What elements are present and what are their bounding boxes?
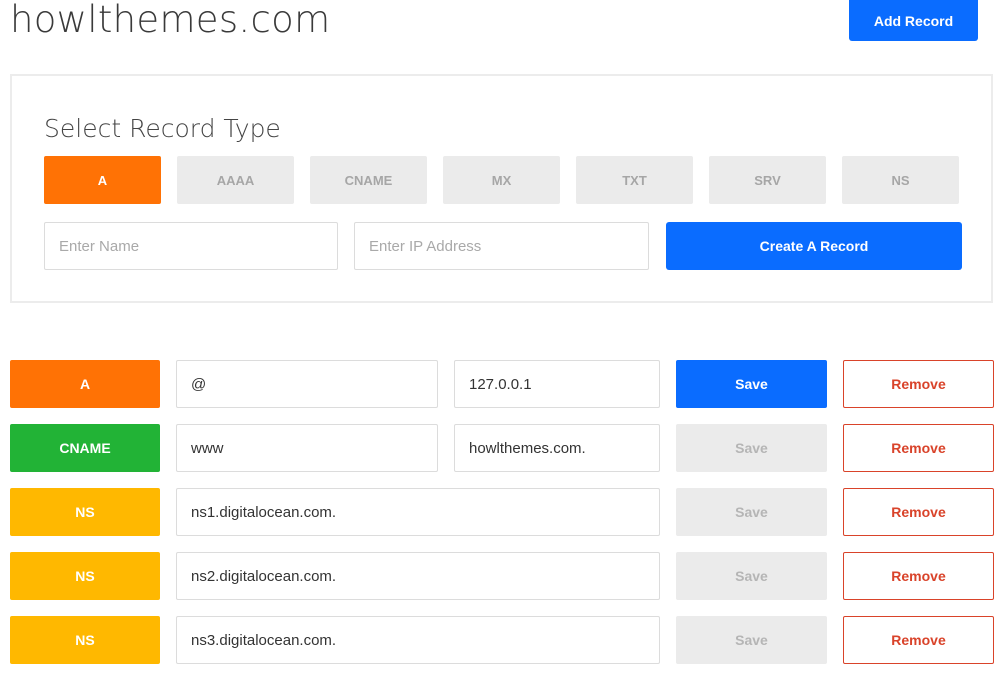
type-button-txt[interactable]: TXT (576, 156, 693, 204)
type-button-cname[interactable]: CNAME (310, 156, 427, 204)
record-type-badge: CNAME (10, 424, 160, 472)
remove-button[interactable]: Remove (843, 552, 994, 600)
record-row: NS ns1.digitalocean.com. Save Remove (0, 488, 1008, 536)
domain-title: howlthemes.com (10, 0, 331, 41)
remove-button[interactable]: Remove (843, 488, 994, 536)
record-type-badge: A (10, 360, 160, 408)
name-input[interactable] (44, 222, 338, 270)
remove-button[interactable]: Remove (843, 360, 994, 408)
save-button[interactable]: Save (676, 424, 827, 472)
panel-title: Select Record Type (44, 114, 281, 143)
type-button-srv[interactable]: SRV (709, 156, 826, 204)
ip-address-input[interactable] (354, 222, 649, 270)
save-button[interactable]: Save (676, 552, 827, 600)
type-button-mx[interactable]: MX (443, 156, 560, 204)
create-record-button[interactable]: Create A Record (666, 222, 962, 270)
type-button-aaaa[interactable]: AAAA (177, 156, 294, 204)
record-type-panel: Select Record Type A AAAA CNAME MX TXT S… (10, 74, 993, 303)
record-value-field[interactable]: howlthemes.com. (454, 424, 660, 472)
type-button-a[interactable]: A (44, 156, 161, 204)
remove-button[interactable]: Remove (843, 616, 994, 664)
type-button-ns[interactable]: NS (842, 156, 959, 204)
record-name-field[interactable]: ns3.digitalocean.com. (176, 616, 660, 664)
record-name-field[interactable]: @ (176, 360, 438, 408)
record-name-field[interactable]: ns2.digitalocean.com. (176, 552, 660, 600)
save-button[interactable]: Save (676, 360, 827, 408)
save-button[interactable]: Save (676, 616, 827, 664)
remove-button[interactable]: Remove (843, 424, 994, 472)
record-name-field[interactable]: ns1.digitalocean.com. (176, 488, 660, 536)
record-row: NS ns2.digitalocean.com. Save Remove (0, 552, 1008, 600)
record-type-badge: NS (10, 552, 160, 600)
record-name-field[interactable]: www (176, 424, 438, 472)
record-type-badge: NS (10, 616, 160, 664)
record-type-badge: NS (10, 488, 160, 536)
record-row: CNAME www howlthemes.com. Save Remove (0, 424, 1008, 472)
record-row: NS ns3.digitalocean.com. Save Remove (0, 616, 1008, 664)
record-row: A @ 127.0.0.1 Save Remove (0, 360, 1008, 408)
add-record-button[interactable]: Add Record (849, 0, 978, 41)
save-button[interactable]: Save (676, 488, 827, 536)
record-value-field[interactable]: 127.0.0.1 (454, 360, 660, 408)
